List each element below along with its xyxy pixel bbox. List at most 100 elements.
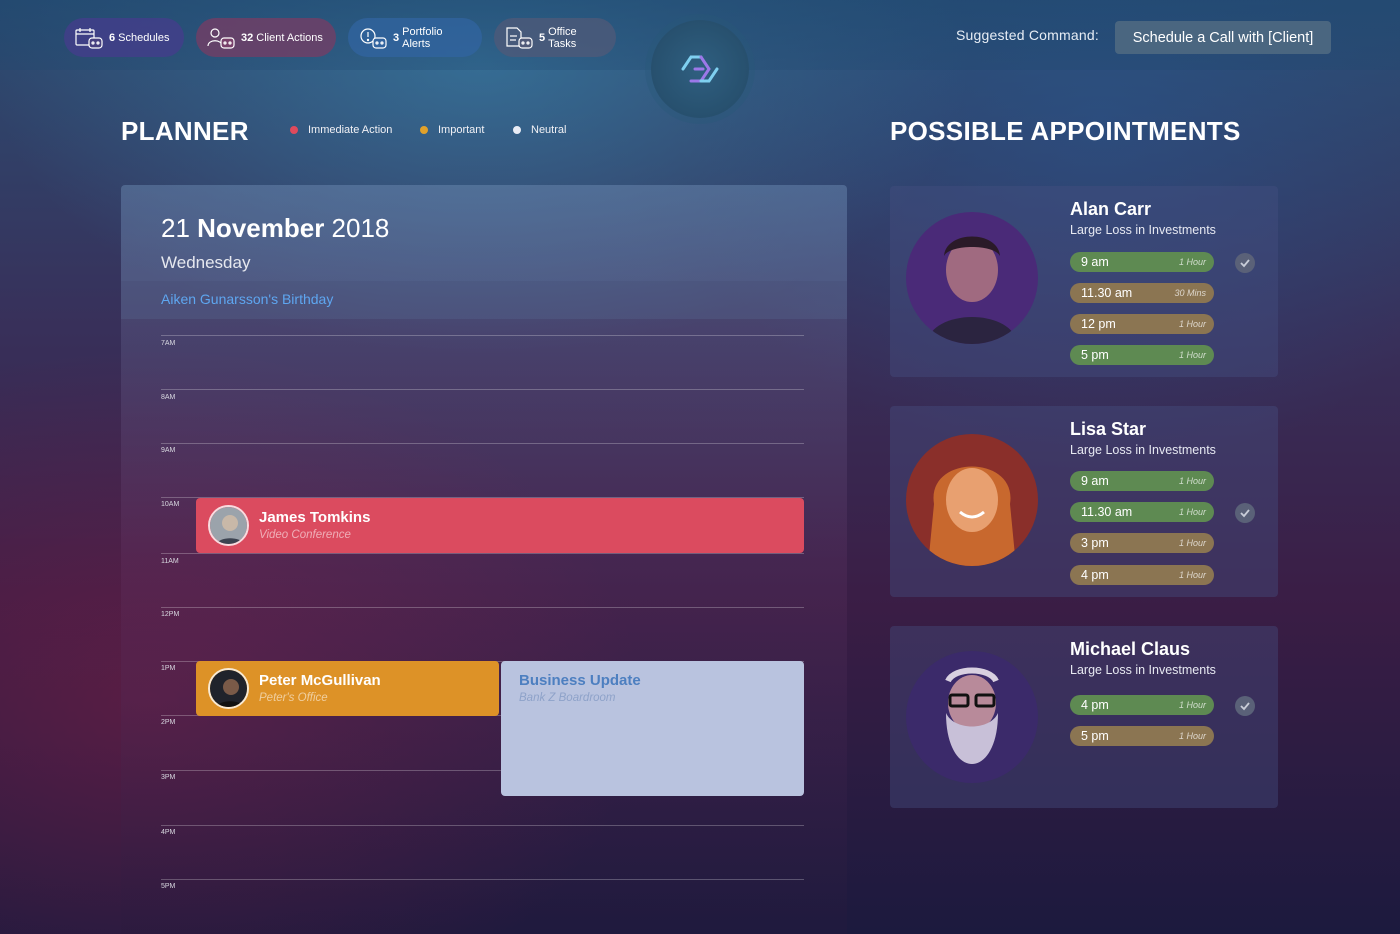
client-actions-pill[interactable]: 32 Client Actions	[196, 18, 336, 57]
check-icon	[1240, 509, 1250, 518]
time-slot[interactable]: 5 pm 1 Hour	[1070, 345, 1214, 365]
hour-line	[161, 335, 804, 336]
slot-time: 3 pm	[1081, 536, 1109, 550]
client-name: Alan Carr	[1070, 199, 1152, 219]
avatar	[208, 505, 249, 546]
all-day-event-label: Aiken Gunarsson's Birthday	[161, 291, 334, 307]
appointment-card-alan-carr[interactable]: Alan Carr Large Loss in Investments 9 am…	[890, 186, 1278, 377]
confirm-check-button[interactable]	[1235, 253, 1255, 273]
legend-immediate-action: Immediate Action	[290, 124, 392, 136]
client-actions-count: 32	[241, 31, 254, 44]
slot-duration: 1 Hour	[1178, 350, 1206, 360]
avatar	[906, 434, 1038, 566]
client-name: Michael Claus	[1070, 639, 1191, 659]
hour-label: 1PM	[161, 665, 176, 672]
slot-duration: 1 Hour	[1178, 319, 1206, 329]
hour-label: 10AM	[161, 501, 180, 508]
slot-time: 5 pm	[1081, 348, 1109, 362]
alert-bot-icon	[358, 25, 388, 51]
time-slot[interactable]: 9 am 1 Hour	[1070, 471, 1214, 491]
client-reason: Large Loss in Investments	[1070, 443, 1216, 457]
confirm-check-button[interactable]	[1235, 696, 1255, 716]
hour-line	[161, 825, 804, 826]
client-name: Lisa Star	[1070, 419, 1147, 439]
suggested-command-label: Suggested Command:	[956, 27, 1099, 43]
client-reason: Large Loss in Investments	[1070, 663, 1216, 677]
date-month: November	[197, 213, 325, 243]
time-slot[interactable]: 5 pm 1 Hour	[1070, 726, 1214, 746]
hour-line	[161, 443, 804, 444]
assistant-logo-button[interactable]	[651, 20, 749, 118]
hour-label: 8AM	[161, 394, 176, 401]
time-slot[interactable]: 11.30 am 1 Hour	[1070, 502, 1214, 522]
event-title: Peter McGullivan	[259, 672, 381, 689]
date-year: 2018	[331, 213, 390, 243]
orange-dot-icon	[420, 126, 428, 134]
date-day: 21	[161, 213, 190, 243]
client-actions-label: Client Actions	[256, 31, 323, 44]
hour-line	[161, 879, 804, 880]
schedules-count: 6	[109, 31, 116, 44]
avatar	[208, 668, 249, 709]
hour-label: 7AM	[161, 340, 176, 347]
hour-line	[161, 389, 804, 390]
slot-time: 9 am	[1081, 255, 1109, 269]
time-slot[interactable]: 9 am 1 Hour	[1070, 252, 1214, 272]
hour-label: 9AM	[161, 447, 176, 454]
time-slot[interactable]: 4 pm 1 Hour	[1070, 565, 1214, 585]
people-bot-icon	[206, 25, 236, 51]
legend-label: Important	[438, 124, 485, 136]
slot-duration: 1 Hour	[1178, 257, 1206, 267]
event-peter-mcgullivan[interactable]: Peter McGullivan Peter's Office	[196, 661, 499, 716]
appointment-card-lisa-star[interactable]: Lisa Star Large Loss in Investments 9 am…	[890, 406, 1278, 597]
hour-label: 3PM	[161, 774, 176, 781]
hour-label: 11AM	[161, 558, 179, 565]
slot-duration: 1 Hour	[1178, 538, 1206, 548]
slot-duration: 30 Mins	[1174, 288, 1206, 298]
schedules-label: Schedules	[118, 31, 170, 44]
time-slot[interactable]: 12 pm 1 Hour	[1070, 314, 1214, 334]
red-dot-icon	[290, 126, 298, 134]
event-title: Business Update	[519, 672, 641, 689]
legend-label: Immediate Action	[308, 124, 393, 136]
slot-duration: 1 Hour	[1178, 570, 1206, 580]
appointment-card-michael-claus[interactable]: Michael Claus Large Loss in Investments …	[890, 626, 1278, 808]
event-title: James Tomkins	[259, 509, 371, 526]
legend-neutral: Neutral	[513, 124, 566, 136]
check-icon	[1240, 702, 1250, 711]
schedules-pill[interactable]: 6 Schedules	[64, 18, 184, 57]
time-slot[interactable]: 4 pm 1 Hour	[1070, 695, 1214, 715]
all-day-event-bar[interactable]: Aiken Gunarsson's Birthday	[121, 281, 847, 319]
slot-time: 4 pm	[1081, 698, 1109, 712]
event-james-tomkins[interactable]: James Tomkins Video Conference	[196, 498, 804, 553]
slot-time: 12 pm	[1081, 317, 1116, 331]
slot-time: 4 pm	[1081, 568, 1109, 582]
event-business-update[interactable]: Business Update Bank Z Boardroom	[501, 661, 804, 796]
event-subtitle: Bank Z Boardroom	[519, 692, 616, 704]
hour-line	[161, 553, 804, 554]
portfolio-alerts-pill[interactable]: 3 Portfolio Alerts	[348, 18, 482, 57]
hour-label: 12PM	[161, 611, 180, 618]
check-icon	[1240, 259, 1250, 268]
document-bot-icon	[504, 25, 534, 51]
slot-time: 5 pm	[1081, 729, 1109, 743]
possible-appointments-title: POSSIBLE APPOINTMENTS	[890, 116, 1241, 146]
confirm-check-button[interactable]	[1235, 503, 1255, 523]
portfolio-alerts-count: 3	[393, 31, 400, 44]
weekday-label: Wednesday	[161, 253, 251, 272]
office-tasks-count: 5	[539, 31, 546, 44]
legend-important: Important	[420, 124, 484, 136]
slot-time: 9 am	[1081, 474, 1109, 488]
client-reason: Large Loss in Investments	[1070, 223, 1216, 237]
office-tasks-pill[interactable]: 5 Office Tasks	[494, 18, 616, 57]
avatar	[906, 651, 1038, 783]
time-slot[interactable]: 3 pm 1 Hour	[1070, 533, 1214, 553]
portfolio-alerts-label: Portfolio Alerts	[402, 25, 443, 50]
legend-label: Neutral	[531, 124, 567, 136]
time-slot[interactable]: 11.30 am 30 Mins	[1070, 283, 1214, 303]
office-tasks-label: Office Tasks	[548, 25, 577, 50]
suggested-command-button[interactable]: Schedule a Call with [Client]	[1115, 21, 1331, 54]
slot-duration: 1 Hour	[1178, 700, 1206, 710]
slot-time: 11.30 am	[1081, 505, 1133, 519]
hour-line	[161, 607, 804, 608]
